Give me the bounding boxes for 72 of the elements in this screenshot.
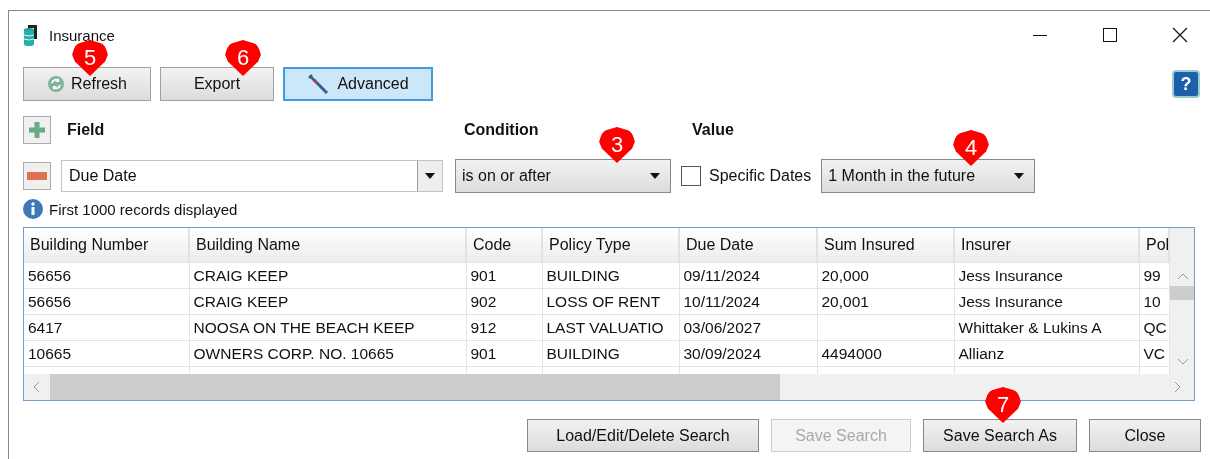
table-cell: 30/09/2024 (679, 340, 817, 367)
app-icon (23, 24, 39, 46)
footer-button[interactable]: Save Search As (923, 419, 1077, 452)
table-cell: 56656 (24, 288, 189, 315)
table-cell: 56656 (24, 262, 189, 289)
table-cell: Allianz (954, 340, 1139, 367)
condition-header: Condition (464, 121, 540, 139)
plus-icon (28, 121, 46, 139)
step-marker: 3 (599, 127, 635, 163)
value-dropdown[interactable]: 1 Month in the future (821, 159, 1036, 193)
specific-dates-checkbox[interactable]: Specific Dates (681, 166, 812, 186)
records-info-text: First 1000 records displayed (49, 200, 238, 218)
table-cell: 912 (466, 314, 542, 341)
column-header[interactable]: Sum Insured (817, 228, 954, 263)
table-cell: 20,000 (817, 262, 954, 289)
table-cell: NOOSA ON THE BEACH KEEP (189, 314, 466, 341)
table-cell: BUILDING (542, 262, 679, 289)
scroll-up-icon[interactable] (1177, 272, 1189, 280)
table-cell: 901 (466, 262, 542, 289)
refresh-button[interactable]: Refresh (23, 67, 151, 101)
dropdown-arrow-icon (425, 173, 435, 179)
footer-button[interactable]: Close (1089, 419, 1201, 452)
table-cell: 09/11/2024 (679, 262, 817, 289)
table-cell: 10665 (24, 340, 189, 367)
column-header[interactable]: Policy Type (542, 228, 679, 263)
table-cell: 901 (466, 340, 542, 367)
add-button[interactable] (23, 116, 51, 144)
table-cell: OWNERS CORP. NO. 10665 (189, 340, 466, 367)
table-cell: 20,001 (817, 288, 954, 315)
column-header[interactable]: Insurer (954, 228, 1139, 263)
table-cell: 99 (1139, 262, 1169, 289)
value-header: Value (692, 121, 734, 139)
horizontal-scroll-thumb[interactable] (50, 374, 780, 400)
table-cell: Whittaker & Lukins A (954, 314, 1139, 341)
scroll-left-icon[interactable] (32, 381, 40, 393)
dropdown-arrow-icon (1014, 173, 1025, 179)
export-button[interactable]: Export (160, 67, 274, 101)
table-cell: VC (1139, 340, 1169, 367)
column-header[interactable]: Building Number (24, 228, 189, 263)
table-cell: LAST VALUATIO (542, 314, 679, 341)
footer-button[interactable]: Load/Edit/Delete Search (527, 419, 759, 452)
table-cell: 10 (1139, 288, 1169, 315)
help-button[interactable]: ? (1172, 70, 1200, 98)
remove-button[interactable] (23, 162, 51, 190)
scroll-down-icon[interactable] (1177, 358, 1189, 366)
table-cell: LOSS OF RENT (542, 288, 679, 315)
vertical-scroll-thumb[interactable] (1170, 286, 1194, 300)
condition-dropdown[interactable]: is on or after (455, 159, 671, 193)
field-dropdown[interactable]: Due Date (61, 160, 443, 192)
table-cell: 902 (466, 288, 542, 315)
info-icon (23, 199, 43, 219)
advanced-button[interactable]: Advanced (283, 67, 433, 101)
table-cell: CRAIG KEEP (189, 262, 466, 289)
table-cell: Jess Insurance (954, 262, 1139, 289)
column-header[interactable]: Code (466, 228, 542, 263)
table-cell: CRAIG KEEP (189, 288, 466, 315)
table-cell: 4494000 (817, 340, 954, 367)
dropdown-arrow-icon (650, 173, 660, 179)
table-cell: 6417 (24, 314, 189, 341)
maximize-icon[interactable] (1102, 27, 1118, 43)
column-header[interactable]: Building Name (189, 228, 466, 263)
table-cell: 03/06/2027 (679, 314, 817, 341)
table-cell: Jess Insurance (954, 288, 1139, 315)
scroll-right-icon[interactable] (1174, 381, 1182, 393)
column-header[interactable]: Due Date (679, 228, 817, 263)
close-icon[interactable] (1172, 27, 1188, 43)
refresh-icon (47, 75, 65, 93)
table-cell: QC (1139, 314, 1169, 341)
table-cell: BUILDING (542, 340, 679, 367)
table-cell: 10/11/2024 (679, 288, 817, 315)
minus-icon (27, 172, 47, 180)
field-header: Field (67, 121, 106, 139)
